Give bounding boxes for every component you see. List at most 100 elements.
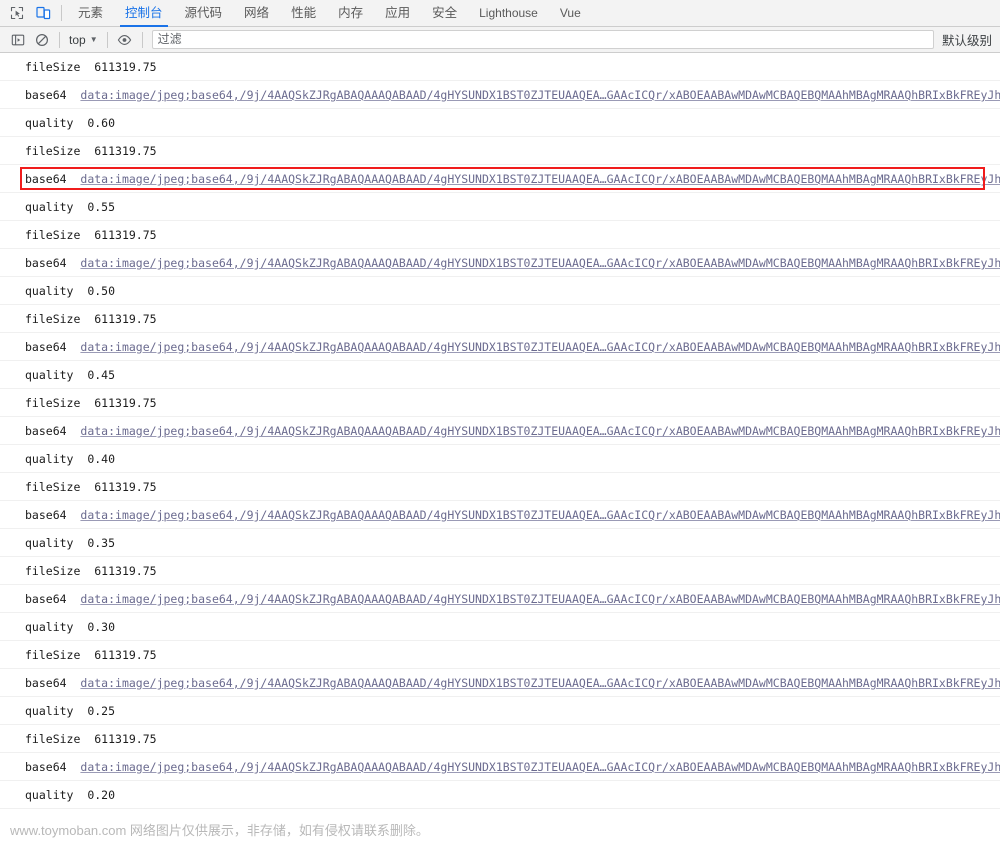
console-message-label: quality bbox=[25, 536, 74, 550]
console-message-value: 0.40 bbox=[87, 452, 116, 466]
data-uri-link[interactable]: data:image/jpeg;base64,/9j/4AAQSkZJRgABA… bbox=[80, 88, 1000, 102]
console-message-value: 0.35 bbox=[87, 536, 116, 550]
console-message-value: 611319.75 bbox=[94, 144, 157, 158]
console-message-row: fileSize 611319.75 bbox=[0, 305, 1000, 333]
watermark-text: www.toymoban.com 网络图片仅供展示，非存储，如有侵权请联系删除。 bbox=[0, 819, 1000, 843]
console-message-row: fileSize 611319.75 bbox=[0, 725, 1000, 753]
console-message-row: fileSize 611319.75 bbox=[0, 53, 1000, 81]
console-message-value: 611319.75 bbox=[94, 60, 157, 74]
console-message-row: base64 data:image/jpeg;base64,/9j/4AAQSk… bbox=[0, 165, 1000, 193]
console-toolbar: top ▼ 过滤 默认级别 bbox=[0, 27, 1000, 53]
console-message-row: base64 data:image/jpeg;base64,/9j/4AAQSk… bbox=[0, 669, 1000, 697]
console-message-row: base64 data:image/jpeg;base64,/9j/4AAQSk… bbox=[0, 333, 1000, 361]
tab-elements[interactable]: 元素 bbox=[67, 0, 114, 27]
console-message-label: fileSize bbox=[25, 60, 81, 74]
console-message-value: 0.20 bbox=[87, 788, 116, 802]
console-message-row: base64 data:image/jpeg;base64,/9j/4AAQSk… bbox=[0, 585, 1000, 613]
console-message-label: fileSize bbox=[25, 732, 81, 746]
console-message-value: 0.45 bbox=[87, 368, 116, 382]
console-message-row: quality 0.60 bbox=[0, 109, 1000, 137]
console-message-label: base64 bbox=[25, 760, 67, 774]
tab-vue[interactable]: Vue bbox=[549, 0, 592, 27]
toolbar-divider bbox=[61, 5, 62, 21]
log-levels-button[interactable]: 默认级别 bbox=[936, 30, 1000, 49]
console-message-row: base64 data:image/jpeg;base64,/9j/4AAQSk… bbox=[0, 417, 1000, 445]
console-message-row: fileSize 611319.75 bbox=[0, 221, 1000, 249]
console-message-row: quality 0.25 bbox=[0, 697, 1000, 725]
console-message-label: quality bbox=[25, 116, 74, 130]
console-message-value: 0.30 bbox=[87, 620, 116, 634]
data-uri-link[interactable]: data:image/jpeg;base64,/9j/4AAQSkZJRgABA… bbox=[80, 172, 1000, 186]
data-uri-link[interactable]: data:image/jpeg;base64,/9j/4AAQSkZJRgABA… bbox=[80, 340, 1000, 354]
console-message-label: quality bbox=[25, 284, 74, 298]
live-expression-icon[interactable] bbox=[113, 29, 137, 51]
console-message-label: fileSize bbox=[25, 312, 81, 326]
console-message-label: fileSize bbox=[25, 228, 81, 242]
tab-sources[interactable]: 源代码 bbox=[174, 0, 234, 27]
console-message-label: fileSize bbox=[25, 144, 81, 158]
console-message-label: base64 bbox=[25, 88, 67, 102]
console-toolbar-divider-2 bbox=[106, 31, 108, 48]
console-message-label: quality bbox=[25, 200, 74, 214]
console-message-row: quality 0.30 bbox=[0, 613, 1000, 641]
tab-console[interactable]: 控制台 bbox=[114, 0, 174, 27]
data-uri-link[interactable]: data:image/jpeg;base64,/9j/4AAQSkZJRgABA… bbox=[80, 508, 1000, 522]
tab-security[interactable]: 安全 bbox=[421, 0, 468, 27]
console-message-row: quality 0.45 bbox=[0, 361, 1000, 389]
console-toolbar-divider-1 bbox=[59, 31, 60, 48]
tab-performance[interactable]: 性能 bbox=[280, 0, 327, 27]
console-message-label: base64 bbox=[25, 676, 67, 690]
execution-context-selector[interactable]: top ▼ bbox=[65, 30, 102, 50]
console-message-label: fileSize bbox=[25, 648, 81, 662]
console-message-row: fileSize 611319.75 bbox=[0, 473, 1000, 501]
data-uri-link[interactable]: data:image/jpeg;base64,/9j/4AAQSkZJRgABA… bbox=[80, 760, 1000, 774]
console-message-row: fileSize 611319.75 bbox=[0, 809, 1000, 815]
console-toolbar-divider-3 bbox=[141, 31, 143, 48]
data-uri-link[interactable]: data:image/jpeg;base64,/9j/4AAQSkZJRgABA… bbox=[80, 676, 1000, 690]
console-message-value: 611319.75 bbox=[94, 396, 157, 410]
console-message-row: quality 0.35 bbox=[0, 529, 1000, 557]
inspect-element-icon[interactable] bbox=[4, 0, 30, 26]
console-message-value: 611319.75 bbox=[94, 564, 157, 578]
tab-network[interactable]: 网络 bbox=[233, 0, 280, 27]
chevron-down-icon: ▼ bbox=[89, 34, 98, 44]
console-message-label: base64 bbox=[25, 424, 67, 438]
console-message-value: 0.60 bbox=[87, 116, 116, 130]
console-message-label: base64 bbox=[25, 256, 67, 270]
execution-context-icon[interactable] bbox=[6, 29, 30, 51]
console-message-label: base64 bbox=[25, 340, 67, 354]
console-message-list[interactable]: fileSize 611319.75 base64 data:image/jpeg… bbox=[0, 53, 1000, 815]
data-uri-link[interactable]: data:image/jpeg;base64,/9j/4AAQSkZJRgABA… bbox=[80, 256, 1000, 270]
console-message-row: base64 data:image/jpeg;base64,/9j/4AAQSk… bbox=[0, 249, 1000, 277]
console-message-label: fileSize bbox=[25, 564, 81, 578]
console-message-label: quality bbox=[25, 368, 74, 382]
console-message-value: 611319.75 bbox=[94, 480, 157, 494]
data-uri-link[interactable]: data:image/jpeg;base64,/9j/4AAQSkZJRgABA… bbox=[80, 424, 1000, 438]
console-message-row: quality 0.40 bbox=[0, 445, 1000, 473]
tab-application[interactable]: 应用 bbox=[374, 0, 421, 27]
execution-context-label: top bbox=[69, 32, 86, 47]
console-message-row: fileSize 611319.75 bbox=[0, 641, 1000, 669]
filter-input[interactable]: 过滤 bbox=[151, 30, 934, 49]
clear-console-icon[interactable] bbox=[30, 29, 54, 51]
console-message-row: quality 0.20 bbox=[0, 781, 1000, 809]
device-toolbar-icon[interactable] bbox=[30, 0, 56, 26]
console-message-label: quality bbox=[25, 452, 74, 466]
console-message-value: 0.50 bbox=[87, 284, 116, 298]
console-message-value: 611319.75 bbox=[94, 732, 157, 746]
console-message-label: quality bbox=[25, 704, 74, 718]
tab-lighthouse[interactable]: Lighthouse bbox=[468, 0, 549, 27]
console-message-label: base64 bbox=[25, 592, 67, 606]
console-message-row: fileSize 611319.75 bbox=[0, 137, 1000, 165]
tab-memory[interactable]: 内存 bbox=[327, 0, 374, 27]
console-message-value: 611319.75 bbox=[94, 648, 157, 662]
console-message-row: fileSize 611319.75 bbox=[0, 557, 1000, 585]
console-message-label: base64 bbox=[25, 172, 67, 186]
console-message-row: base64 data:image/jpeg;base64,/9j/4AAQSk… bbox=[0, 501, 1000, 529]
console-message-row: base64 data:image/jpeg;base64,/9j/4AAQSk… bbox=[0, 81, 1000, 109]
devtools-tabbar: 元素 控制台 源代码 网络 性能 内存 应用 安全 Lighthouse Vue bbox=[0, 0, 1000, 27]
data-uri-link[interactable]: data:image/jpeg;base64,/9j/4AAQSkZJRgABA… bbox=[80, 592, 1000, 606]
console-message-value: 611319.75 bbox=[94, 312, 157, 326]
console-message-row: base64 data:image/jpeg;base64,/9j/4AAQSk… bbox=[0, 753, 1000, 781]
console-message-label: quality bbox=[25, 620, 74, 634]
